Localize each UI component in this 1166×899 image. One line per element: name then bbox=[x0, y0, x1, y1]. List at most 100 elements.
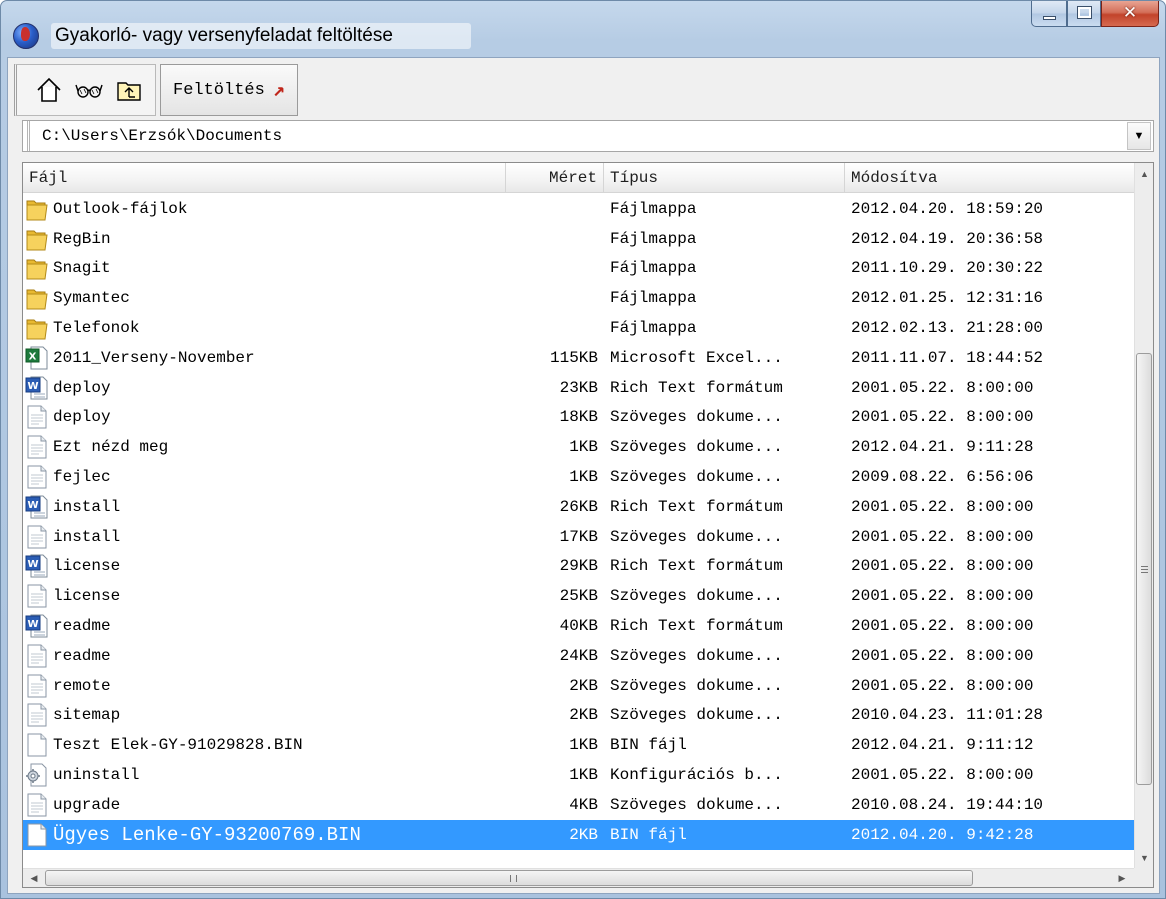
file-name-cell: Wlicense bbox=[23, 553, 506, 579]
file-row[interactable]: readme 24KB Szöveges dokume... 2001.05.22. … bbox=[23, 641, 1135, 671]
file-row[interactable]: Winstall 26KB Rich Text formátum 2001.05.22… bbox=[23, 492, 1135, 522]
file-row[interactable]: deploy 18KB Szöveges dokume... 2001.05.22. … bbox=[23, 403, 1135, 433]
file-row[interactable]: uninstall 1KB Konfigurációs b... 2001.05.22… bbox=[23, 760, 1135, 790]
file-size: 24KB bbox=[559, 646, 598, 665]
scroll-right-arrow-icon[interactable]: ▶ bbox=[1113, 869, 1131, 887]
column-header-size[interactable]: Méret bbox=[506, 163, 604, 193]
column-header-modified[interactable]: Módosítva bbox=[845, 163, 1135, 193]
text-icon bbox=[25, 673, 53, 699]
vertical-scrollbar[interactable]: ▲ ▼ bbox=[1134, 163, 1153, 869]
file-type: Konfigurációs b... bbox=[610, 766, 783, 785]
column-header-type[interactable]: Típus bbox=[604, 163, 845, 193]
home-icon[interactable] bbox=[35, 76, 63, 104]
horizontal-scroll-thumb[interactable] bbox=[45, 870, 973, 886]
word-icon: W bbox=[25, 613, 53, 639]
svg-text:X: X bbox=[29, 351, 37, 362]
word-icon: W bbox=[25, 494, 53, 520]
file-row[interactable]: license 25KB Szöveges dokume... 2001.05.22.… bbox=[23, 581, 1135, 611]
file-row[interactable]: remote 2KB Szöveges dokume... 2001.05.22. 8… bbox=[23, 671, 1135, 701]
file-row[interactable]: install 17KB Szöveges dokume... 2001.05.22.… bbox=[23, 522, 1135, 552]
file-modified: 2001.05.22. 8:00:00 bbox=[851, 617, 1034, 636]
file-size: 26KB bbox=[559, 497, 598, 516]
file-size: 2KB bbox=[569, 825, 598, 844]
file-size: 40KB bbox=[559, 617, 598, 636]
file-row[interactable]: Teszt Elek-GY-91029828.BIN 1KB BIN fájl 201… bbox=[23, 730, 1135, 760]
file-row[interactable]: sitemap 2KB Szöveges dokume... 2010.04.23. … bbox=[23, 701, 1135, 731]
file-row[interactable]: Telefonok Fájlmappa 2012.02.13. 21:28:00 bbox=[23, 313, 1135, 343]
path-input[interactable]: C:\Users\Erzsók\Documents bbox=[27, 121, 1127, 151]
scroll-up-arrow-icon[interactable]: ▲ bbox=[1135, 165, 1153, 183]
grip-icon bbox=[1141, 566, 1148, 573]
maximize-button[interactable] bbox=[1067, 1, 1101, 27]
file-type: Rich Text formátum bbox=[610, 557, 783, 576]
file-modified: 2001.05.22. 8:00:00 bbox=[851, 557, 1034, 576]
file-name: Ezt nézd meg bbox=[53, 438, 169, 457]
globe-app-icon bbox=[13, 23, 39, 49]
minimize-icon bbox=[1043, 16, 1056, 20]
file-modified: 2001.05.22. 8:00:00 bbox=[851, 646, 1034, 665]
vertical-scroll-thumb[interactable] bbox=[1136, 353, 1152, 785]
scroll-down-arrow-icon[interactable]: ▼ bbox=[1135, 849, 1153, 867]
file-row[interactable]: Symantec Fájlmappa 2012.01.25. 12:31:16 bbox=[23, 283, 1135, 313]
upload-button[interactable]: Feltöltés ↗ bbox=[160, 64, 298, 116]
horizontal-scrollbar[interactable]: ◀ ▶ bbox=[23, 868, 1135, 887]
file-row[interactable]: Snagit Fájlmappa 2011.10.29. 20:30:22 bbox=[23, 254, 1135, 284]
file-modified: 2012.04.21. 9:11:28 bbox=[851, 438, 1034, 457]
file-row[interactable]: Ezt nézd meg 1KB Szöveges dokume... 2012.04… bbox=[23, 432, 1135, 462]
file-name-cell: Ügyes Lenke-GY-93200769.BIN bbox=[23, 822, 506, 848]
client-area: Feltöltés ↗ C:\Users\Erzsók\Documents ▼ … bbox=[7, 57, 1160, 894]
file-row[interactable]: fejlec 1KB Szöveges dokume... 2009.08.22. 6… bbox=[23, 462, 1135, 492]
file-name: upgrade bbox=[53, 795, 121, 814]
grip-icon bbox=[510, 875, 517, 882]
file-type: Microsoft Excel... bbox=[610, 348, 783, 367]
file-size: 2KB bbox=[569, 706, 598, 725]
folder-icon bbox=[25, 196, 53, 222]
file-list[interactable]: Fájl Méret Típus Módosítva Outlook-fájlo… bbox=[22, 162, 1154, 888]
file-modified: 2001.05.22. 8:00:00 bbox=[851, 527, 1034, 546]
file-name: 2011_Verseny-November bbox=[53, 348, 255, 367]
file-name: fejlec bbox=[53, 468, 111, 487]
file-modified: 2011.11.07. 18:44:52 bbox=[851, 348, 1044, 367]
folder-up-icon[interactable] bbox=[115, 76, 143, 104]
file-name: sitemap bbox=[53, 706, 121, 725]
file-name: uninstall bbox=[53, 766, 140, 785]
path-dropdown-button[interactable]: ▼ bbox=[1127, 122, 1151, 150]
text-icon bbox=[25, 792, 53, 818]
file-row[interactable]: Wdeploy 23KB Rich Text formátum 2001.05.22.… bbox=[23, 373, 1135, 403]
file-name-cell: X 2011_Verseny-November bbox=[23, 345, 506, 371]
title-bar[interactable]: Gyakorló- vagy versenyfeladat feltöltése… bbox=[1, 1, 1165, 57]
file-type: Szöveges dokume... bbox=[610, 795, 783, 814]
file-modified: 2012.04.20. 9:42:28 bbox=[851, 825, 1034, 844]
column-header-name[interactable]: Fájl bbox=[23, 163, 506, 193]
file-modified: 2012.04.19. 20:36:58 bbox=[851, 229, 1044, 248]
file-name: deploy bbox=[53, 408, 111, 427]
upload-button-label: Feltöltés bbox=[173, 80, 265, 100]
file-row[interactable]: Wreadme 40KB Rich Text formátum 2001.05.22.… bbox=[23, 611, 1135, 641]
close-button[interactable]: ✕ bbox=[1101, 1, 1159, 27]
word-icon: W bbox=[25, 375, 53, 401]
caption-buttons: ✕ bbox=[1031, 1, 1159, 27]
glasses-icon[interactable] bbox=[75, 76, 103, 104]
svg-text:W: W bbox=[27, 619, 38, 630]
file-name-cell: license bbox=[23, 583, 506, 609]
file-name: license bbox=[53, 557, 121, 576]
file-modified: 2010.04.23. 11:01:28 bbox=[851, 706, 1044, 725]
file-size: 2KB bbox=[569, 676, 598, 695]
minimize-button[interactable] bbox=[1031, 1, 1067, 27]
file-row[interactable]: upgrade 4KB Szöveges dokume... 2010.08.24. … bbox=[23, 790, 1135, 820]
file-type: Fájlmappa bbox=[610, 259, 697, 278]
file-row[interactable]: Wlicense 29KB Rich Text formátum 2001.05.22… bbox=[23, 552, 1135, 582]
file-row[interactable]: X 2011_Verseny-November 115KB Microsoft Exc… bbox=[23, 343, 1135, 373]
file-name-cell: RegBin bbox=[23, 226, 506, 252]
file-row[interactable]: Ügyes Lenke-GY-93200769.BIN 2KB BIN fájl 20… bbox=[23, 819, 1135, 850]
file-size: 29KB bbox=[559, 557, 598, 576]
close-icon: ✕ bbox=[1122, 3, 1138, 23]
file-row[interactable]: RegBin Fájlmappa 2012.04.19. 20:36:58 bbox=[23, 224, 1135, 254]
scroll-left-arrow-icon[interactable]: ◀ bbox=[25, 869, 43, 887]
file-type: Szöveges dokume... bbox=[610, 438, 783, 457]
file-row[interactable]: Outlook-fájlok Fájlmappa 2012.04.20. 18:59… bbox=[23, 194, 1135, 224]
resize-grip[interactable] bbox=[1134, 868, 1153, 887]
file-name: deploy bbox=[53, 378, 111, 397]
path-combobox[interactable]: C:\Users\Erzsók\Documents ▼ bbox=[22, 120, 1154, 152]
folder-icon bbox=[25, 285, 53, 311]
